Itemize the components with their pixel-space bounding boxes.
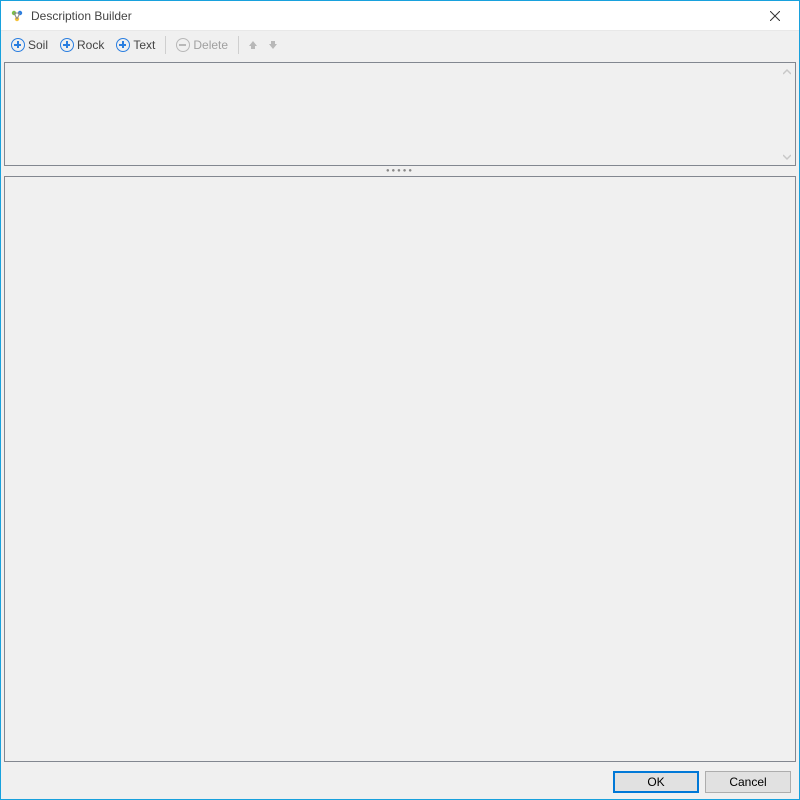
arrow-down-icon <box>267 39 279 51</box>
ok-button[interactable]: OK <box>613 771 699 793</box>
add-rock-label: Rock <box>77 38 104 52</box>
scroll-down-button[interactable] <box>778 148 795 165</box>
minus-icon <box>176 38 190 52</box>
toolbar-separator <box>238 36 239 54</box>
add-soil-button[interactable]: Soil <box>5 35 54 55</box>
chevron-up-icon <box>783 68 791 76</box>
toolbar-separator <box>165 36 166 54</box>
add-rock-button[interactable]: Rock <box>54 35 110 55</box>
toolbar: Soil Rock Text Delete <box>1 31 799 59</box>
window-title: Description Builder <box>31 9 752 23</box>
dialog-footer: OK Cancel <box>1 765 799 799</box>
chevron-down-icon <box>783 153 791 161</box>
move-up-button[interactable] <box>243 35 263 55</box>
add-soil-label: Soil <box>28 38 48 52</box>
delete-button[interactable]: Delete <box>170 35 234 55</box>
plus-icon <box>60 38 74 52</box>
vertical-scrollbar[interactable] <box>778 63 795 165</box>
description-list-pane[interactable] <box>4 62 796 166</box>
add-text-button[interactable]: Text <box>110 35 161 55</box>
arrow-up-icon <box>247 39 259 51</box>
splitter-grip: ●●●●● <box>386 168 414 174</box>
dialog-window: Description Builder Soil Rock Text Delet… <box>0 0 800 800</box>
move-down-button[interactable] <box>263 35 283 55</box>
delete-label: Delete <box>193 38 228 52</box>
plus-icon <box>116 38 130 52</box>
plus-icon <box>11 38 25 52</box>
detail-pane[interactable] <box>4 176 796 762</box>
scroll-up-button[interactable] <box>778 63 795 80</box>
app-icon <box>9 8 25 24</box>
titlebar: Description Builder <box>1 1 799 31</box>
close-button[interactable] <box>752 2 797 30</box>
add-text-label: Text <box>133 38 155 52</box>
cancel-button[interactable]: Cancel <box>705 771 791 793</box>
content-area: ●●●●● <box>1 59 799 765</box>
close-icon <box>770 11 780 21</box>
horizontal-splitter[interactable]: ●●●●● <box>4 166 796 176</box>
